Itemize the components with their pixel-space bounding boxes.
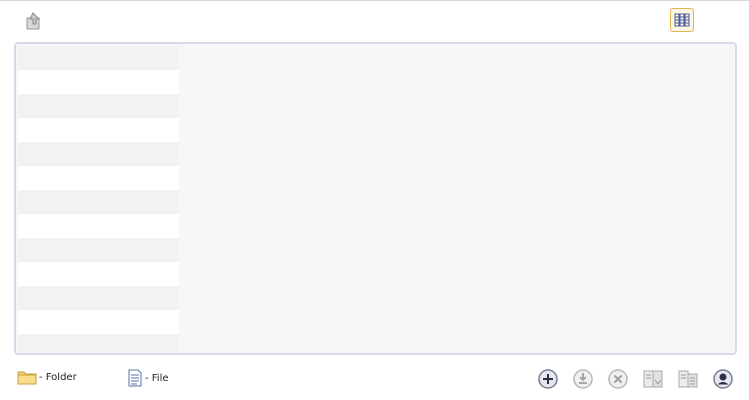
legend-folder: - Folder (17, 369, 77, 385)
up-folder-button[interactable] (22, 9, 46, 33)
plus-circle-icon (538, 369, 558, 389)
list-item[interactable] (18, 46, 179, 70)
list-item[interactable] (18, 190, 179, 214)
move-button[interactable] (641, 367, 665, 391)
add-button[interactable] (536, 367, 560, 391)
file-browser-window: - Folder - File (0, 0, 749, 400)
list-item[interactable] (18, 142, 179, 166)
list-item[interactable] (18, 262, 179, 286)
up-folder-icon (26, 12, 41, 30)
legend-file-label: - File (145, 372, 169, 384)
list-item[interactable] (18, 166, 179, 190)
legend-folder-label: - Folder (39, 371, 77, 383)
list-item[interactable] (18, 238, 179, 262)
file-browser-panel[interactable] (14, 42, 737, 355)
legend-file: - File (127, 369, 169, 387)
file-icon (128, 369, 142, 387)
folder-icon (17, 371, 37, 385)
list-item[interactable] (18, 70, 179, 94)
list-item[interactable] (18, 286, 179, 310)
copy-button[interactable] (676, 367, 700, 391)
copy-icon (678, 370, 698, 388)
list-item[interactable] (18, 310, 179, 334)
column-view-button[interactable] (670, 8, 694, 32)
file-column-list[interactable] (18, 46, 179, 353)
action-toolbar (536, 367, 736, 391)
list-item[interactable] (18, 118, 179, 142)
download-button[interactable] (571, 367, 595, 391)
list-item[interactable] (18, 334, 179, 353)
user-button[interactable] (711, 367, 735, 391)
list-item[interactable] (18, 94, 179, 118)
move-icon (643, 370, 663, 388)
column-view-icon (674, 13, 690, 27)
close-circle-icon (608, 369, 628, 389)
download-icon (573, 369, 593, 389)
list-item[interactable] (18, 214, 179, 238)
delete-button[interactable] (606, 367, 630, 391)
user-circle-icon (713, 369, 733, 389)
